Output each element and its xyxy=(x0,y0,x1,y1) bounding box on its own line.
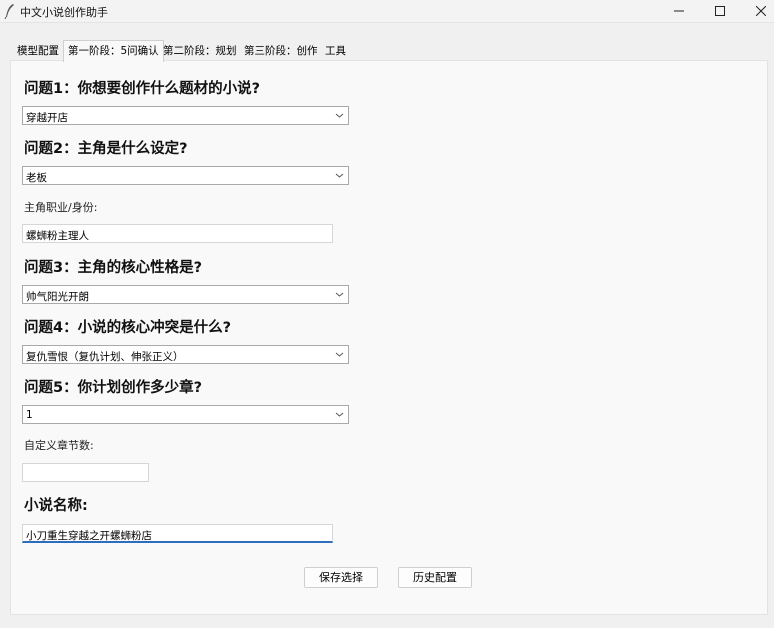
novel-name-input[interactable]: 小刀重生穿越之开螺蛳粉店 xyxy=(22,524,333,543)
occupation-label: 主角职业/身份: xyxy=(24,201,98,214)
chapter-count-combobox[interactable]: 1 xyxy=(22,405,349,424)
occupation-input[interactable]: 螺蛳粉主理人 xyxy=(22,224,333,243)
tab-stage-three[interactable]: 第三阶段：创作 xyxy=(241,42,321,61)
conflict-value: 复仇雪恨（复仇计划、伸张正义） xyxy=(26,351,184,363)
chapter-count-value: 1 xyxy=(26,409,33,421)
feather-icon xyxy=(4,4,14,19)
maximize-button[interactable] xyxy=(697,0,743,22)
genre-value: 穿越开店 xyxy=(26,112,68,124)
maximize-icon xyxy=(715,6,725,16)
protagonist-setting-value: 老板 xyxy=(26,172,47,184)
minimize-icon xyxy=(674,10,684,12)
chevron-down-icon xyxy=(335,412,344,417)
question-1-label: 问题1：你想要创作什么题材的小说? xyxy=(24,81,260,97)
chevron-down-icon xyxy=(335,292,344,297)
tab-tools[interactable]: 工具 xyxy=(322,42,349,61)
chevron-down-icon xyxy=(335,113,344,118)
minimize-button[interactable] xyxy=(656,0,702,22)
custom-chapters-label: 自定义章节数: xyxy=(24,439,94,452)
genre-combobox[interactable]: 穿越开店 xyxy=(22,106,349,125)
close-icon xyxy=(755,5,767,17)
tab-stage-one[interactable]: 第一阶段：5问确认 xyxy=(63,40,164,62)
chevron-down-icon xyxy=(335,173,344,178)
personality-value: 帅气阳光开朗 xyxy=(26,291,89,303)
question-5-label: 问题5：你计划创作多少章? xyxy=(24,380,202,396)
protagonist-setting-combobox[interactable]: 老板 xyxy=(22,166,349,185)
question-3-label: 问题3：主角的核心性格是? xyxy=(24,260,202,276)
history-config-button[interactable]: 历史配置 xyxy=(398,567,472,588)
window-title: 中文小说创作助手 xyxy=(20,6,108,19)
conflict-combobox[interactable]: 复仇雪恨（复仇计划、伸张正义） xyxy=(22,345,349,364)
tab-model-config[interactable]: 模型配置 xyxy=(14,42,62,61)
tab-stage-two[interactable]: 第二阶段：规划 xyxy=(160,42,240,61)
personality-combobox[interactable]: 帅气阳光开朗 xyxy=(22,285,349,304)
novel-name-label: 小说名称: xyxy=(24,498,88,514)
custom-chapters-input[interactable] xyxy=(22,463,149,482)
question-4-label: 问题4：小说的核心冲突是什么? xyxy=(24,320,231,336)
question-2-label: 问题2：主角是什么设定? xyxy=(24,141,188,157)
title-bar: 中文小说创作助手 xyxy=(0,0,774,23)
close-button[interactable] xyxy=(738,0,774,22)
save-selection-button[interactable]: 保存选择 xyxy=(304,567,378,588)
chevron-down-icon xyxy=(335,352,344,357)
